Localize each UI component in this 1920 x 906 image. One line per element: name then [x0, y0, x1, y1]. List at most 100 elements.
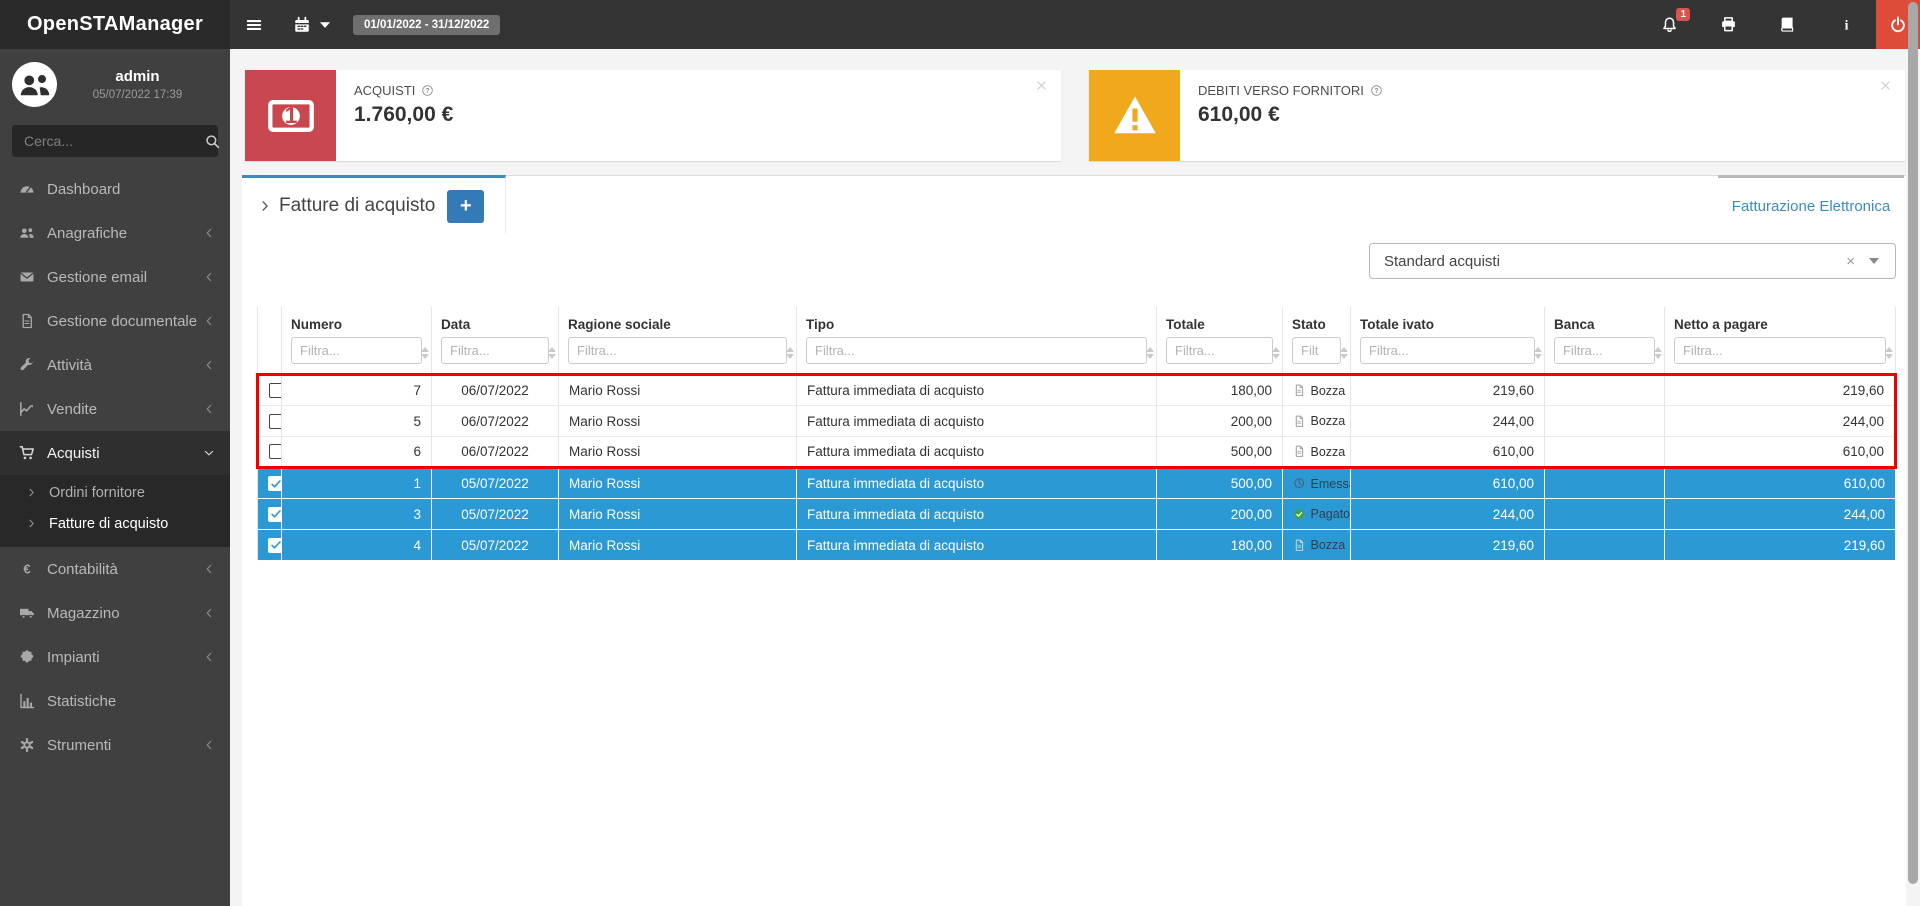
close-icon[interactable] [1879, 79, 1892, 92]
cell-ragione_sociale: Mario Rossi [559, 499, 797, 530]
file-text-icon [15, 313, 39, 329]
sidebar-item-label: Gestione documentale [47, 313, 203, 330]
filter-totale_ivato-input[interactable] [1360, 337, 1535, 364]
sidebar-item-strumenti[interactable]: Strumenti [0, 723, 230, 767]
cell-data: 05/07/2022 [432, 530, 559, 561]
sort-arrows-icon[interactable] [1534, 347, 1542, 359]
column-header-ragione_sociale[interactable]: Ragione sociale [559, 307, 797, 333]
calendar-button[interactable] [278, 0, 349, 49]
stat-card-value: 610,00 € [1198, 103, 1887, 127]
sidebar-item-label: Statistiche [47, 693, 215, 710]
table-row[interactable]: 706/07/2022Mario RossiFattura immediata … [258, 375, 1896, 406]
filter-stato-input[interactable] [1292, 337, 1341, 364]
row-checkbox[interactable] [268, 507, 282, 522]
cell-netto_a_pagare: 244,00 [1665, 499, 1896, 530]
date-range-badge[interactable]: 01/01/2022 - 31/12/2022 [353, 15, 500, 35]
book-button[interactable] [1758, 0, 1817, 49]
sidebar-item-impianti[interactable]: Impianti [0, 635, 230, 679]
column-header-totale[interactable]: Totale [1157, 307, 1283, 333]
stat-card-label: DEBITI VERSO FORNITORI [1198, 83, 1364, 98]
printer-button[interactable] [1699, 0, 1758, 49]
draft-doc-icon [1293, 539, 1306, 552]
column-header-totale_ivato[interactable]: Totale ivato [1351, 307, 1545, 333]
sort-arrows-icon[interactable] [1885, 347, 1893, 359]
app-logo[interactable]: OpenSTAManager [0, 0, 230, 49]
row-checkbox[interactable] [269, 383, 282, 398]
cell-numero: 4 [282, 530, 432, 561]
selected-option: Standard acquisti [1370, 253, 1832, 270]
filter-tipo-input[interactable] [806, 337, 1147, 364]
filter-numero-input[interactable] [291, 337, 422, 364]
column-header-stato[interactable]: Stato [1283, 307, 1351, 333]
sidebar-item-acquisti[interactable]: Acquisti [0, 431, 230, 475]
sidebar-item-statistiche[interactable]: Statistiche [0, 679, 230, 723]
bar-chart-icon [15, 693, 39, 709]
row-checkbox[interactable] [268, 476, 282, 491]
column-header-tipo[interactable]: Tipo [797, 307, 1157, 333]
sort-arrows-icon[interactable] [1654, 347, 1662, 359]
cell-stato: Bozza [1283, 406, 1351, 437]
search-icon[interactable] [205, 134, 220, 149]
cell-netto_a_pagare: 219,60 [1665, 530, 1896, 561]
stat-card-label: ACQUISTI [354, 83, 415, 98]
column-header-netto_a_pagare[interactable]: Netto a pagare [1665, 307, 1896, 333]
sort-arrows-icon[interactable] [1146, 347, 1154, 359]
column-header-banca[interactable]: Banca [1545, 307, 1665, 333]
sort-arrows-icon[interactable] [421, 347, 429, 359]
tab-fatturazione-elettronica[interactable]: Fatturazione Elettronica [1718, 175, 1904, 234]
sidebar-item-contabilit-[interactable]: €Contabilità [0, 547, 230, 591]
sidebar-item-vendite[interactable]: Vendite [0, 387, 230, 431]
clear-selection-icon[interactable]: × [1832, 253, 1869, 270]
euro-icon: € [15, 561, 39, 577]
cell-ragione_sociale: Mario Rossi [559, 375, 797, 406]
sidebar-subitem-ordini-fornitore[interactable]: Ordini fornitore [0, 477, 230, 508]
sidebar-item-label: Magazzino [47, 605, 203, 622]
column-header-numero[interactable]: Numero [282, 307, 432, 333]
row-checkbox[interactable] [269, 444, 282, 459]
sidebar-subitem-fatture-di-acquisto[interactable]: Fatture di acquisto [0, 508, 230, 539]
sort-arrows-icon[interactable] [1272, 347, 1280, 359]
cell-tipo: Fattura immediata di acquisto [797, 375, 1157, 406]
cell-totale_ivato: 610,00 [1351, 437, 1545, 468]
chevron-left-icon [203, 359, 215, 371]
users-icon [15, 225, 39, 241]
fatturazione-elettronica-link[interactable]: Fatturazione Elettronica [1732, 198, 1890, 215]
tab-fatture-di-acquisto[interactable]: Fatture di acquisto + [242, 175, 506, 234]
vertical-scrollbar[interactable] [1908, 2, 1918, 884]
sidebar-item-attivit-[interactable]: Attività [0, 343, 230, 387]
row-checkbox[interactable] [268, 538, 282, 553]
sidebar-item-anagrafiche[interactable]: Anagrafiche [0, 211, 230, 255]
cell-data: 06/07/2022 [432, 437, 559, 468]
sidebar-item-dashboard[interactable]: Dashboard [0, 167, 230, 211]
info-button[interactable]: i [1817, 0, 1876, 49]
table-row[interactable]: 606/07/2022Mario RossiFattura immediata … [258, 437, 1896, 468]
add-invoice-button[interactable]: + [447, 190, 484, 223]
cell-banca [1545, 468, 1665, 499]
sort-arrows-icon[interactable] [786, 347, 794, 359]
cell-totale: 180,00 [1157, 530, 1283, 561]
table-row[interactable]: 305/07/2022Mario RossiFattura immediata … [258, 499, 1896, 530]
close-icon[interactable] [1035, 79, 1048, 92]
filter-data-input[interactable] [441, 337, 549, 364]
avatar[interactable] [12, 62, 57, 107]
svg-text:1: 1 [284, 102, 297, 128]
sidebar-item-magazzino[interactable]: Magazzino [0, 591, 230, 635]
sidebar-item-gestione-email[interactable]: Gestione email [0, 255, 230, 299]
table-row[interactable]: 405/07/2022Mario RossiFattura immediata … [258, 530, 1896, 561]
sidebar-item-gestione-documentale[interactable]: Gestione documentale [0, 299, 230, 343]
sort-arrows-icon[interactable] [1340, 347, 1348, 359]
user-last-login: 05/07/2022 17:39 [57, 89, 218, 101]
table-row[interactable]: 105/07/2022Mario RossiFattura immediata … [258, 468, 1896, 499]
search-input[interactable] [24, 133, 205, 149]
filter-totale-input[interactable] [1166, 337, 1273, 364]
filter-ragione_sociale-input[interactable] [568, 337, 787, 364]
column-header-data[interactable]: Data [432, 307, 559, 333]
plugin-select[interactable]: Standard acquisti × [1369, 243, 1896, 279]
row-checkbox[interactable] [269, 414, 282, 429]
filter-banca-input[interactable] [1554, 337, 1655, 364]
sort-arrows-icon[interactable] [548, 347, 556, 359]
filter-netto_a_pagare-input[interactable] [1674, 337, 1886, 364]
sidebar-toggle-button[interactable] [230, 0, 278, 49]
table-row[interactable]: 506/07/2022Mario RossiFattura immediata … [258, 406, 1896, 437]
bell-button[interactable]: 1 [1640, 0, 1699, 49]
